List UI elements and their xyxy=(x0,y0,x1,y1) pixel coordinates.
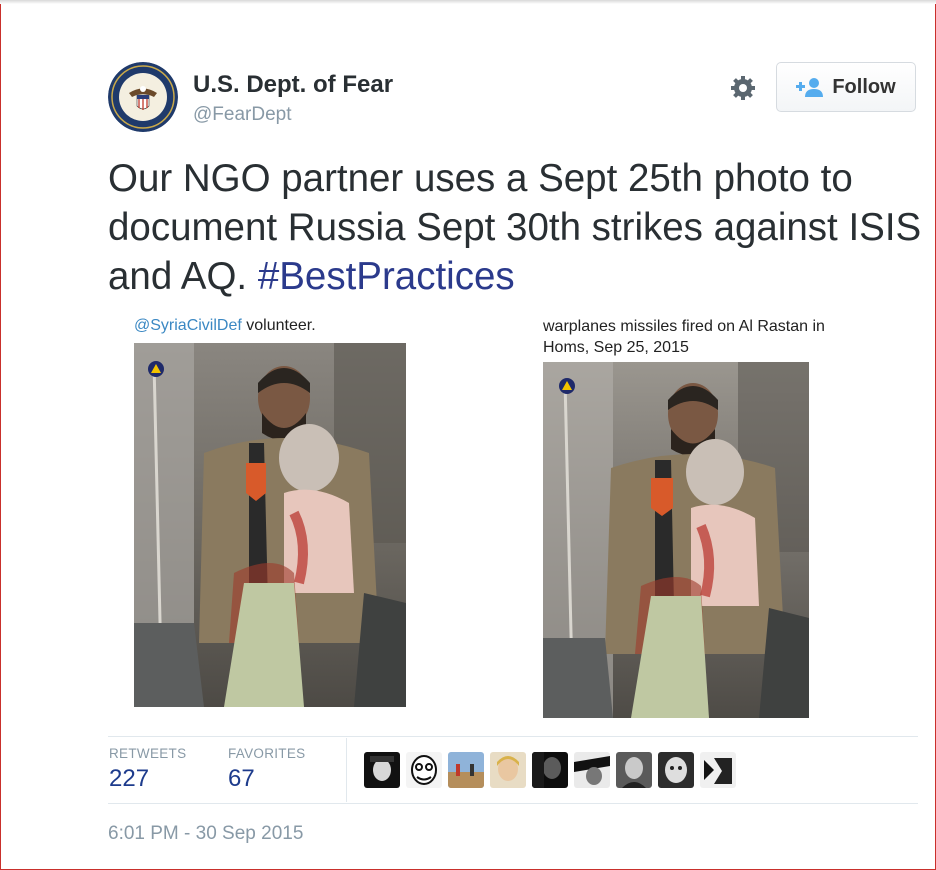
gear-icon[interactable] xyxy=(728,73,758,103)
user-avatar-5-icon xyxy=(532,752,568,788)
profile-avatar[interactable] xyxy=(108,62,178,132)
right-image-caption: warplanes missiles fired on Al Rastan in… xyxy=(543,318,825,356)
tweet-text: Our NGO partner uses a Sept 25th photo t… xyxy=(108,154,928,301)
favoriter-avatar[interactable] xyxy=(700,752,736,788)
department-seal-icon xyxy=(108,62,178,132)
favoriter-avatar[interactable] xyxy=(532,752,568,788)
user-avatar-6-icon xyxy=(574,752,610,788)
favoriter-avatar[interactable] xyxy=(658,752,694,788)
favoriter-avatar[interactable] xyxy=(490,752,526,788)
user-avatar-8-icon xyxy=(658,752,694,788)
favoriter-avatar[interactable] xyxy=(406,752,442,788)
user-avatar-7-icon xyxy=(616,752,652,788)
user-avatar-1-icon xyxy=(364,752,400,788)
tweet-timestamp[interactable]: 6:01 PM - 30 Sep 2015 xyxy=(108,823,303,845)
retweets-label: RETWEETS xyxy=(109,746,187,761)
follow-person-plus-icon xyxy=(796,78,824,97)
user-handle[interactable]: @FearDept xyxy=(193,104,292,126)
user-avatar-4-icon xyxy=(490,752,526,788)
favorites-label: FAVORITES xyxy=(228,746,306,761)
user-avatar-3-icon xyxy=(448,752,484,788)
favoriter-avatars xyxy=(364,752,742,788)
user-avatar-9-icon xyxy=(700,752,736,788)
favoriter-avatar[interactable] xyxy=(616,752,652,788)
follow-button[interactable]: Follow xyxy=(776,62,916,112)
user-avatar-2-icon xyxy=(406,752,442,788)
left-image-caption: @SyriaCivilDef volunteer. xyxy=(134,317,316,335)
stats-vertical-divider xyxy=(346,738,347,802)
top-edge xyxy=(0,0,936,4)
display-name[interactable]: U.S. Dept. of Fear xyxy=(193,71,393,99)
stats-divider-bottom xyxy=(108,803,918,804)
favoriter-avatar[interactable] xyxy=(448,752,484,788)
retweets-count[interactable]: 227 xyxy=(109,765,149,793)
favorites-count[interactable]: 67 xyxy=(228,765,255,793)
stats-divider-top xyxy=(108,736,918,737)
rescue-photo-left[interactable] xyxy=(134,343,406,707)
hashtag-link[interactable]: #BestPractices xyxy=(258,255,515,298)
follow-label: Follow xyxy=(832,75,896,98)
left-caption-text: volunteer. xyxy=(241,317,316,334)
rescue-photo-right[interactable] xyxy=(543,362,809,718)
favoriter-avatar[interactable] xyxy=(574,752,610,788)
favoriter-avatar[interactable] xyxy=(364,752,400,788)
mention-link[interactable]: @SyriaCivilDef xyxy=(134,317,242,334)
